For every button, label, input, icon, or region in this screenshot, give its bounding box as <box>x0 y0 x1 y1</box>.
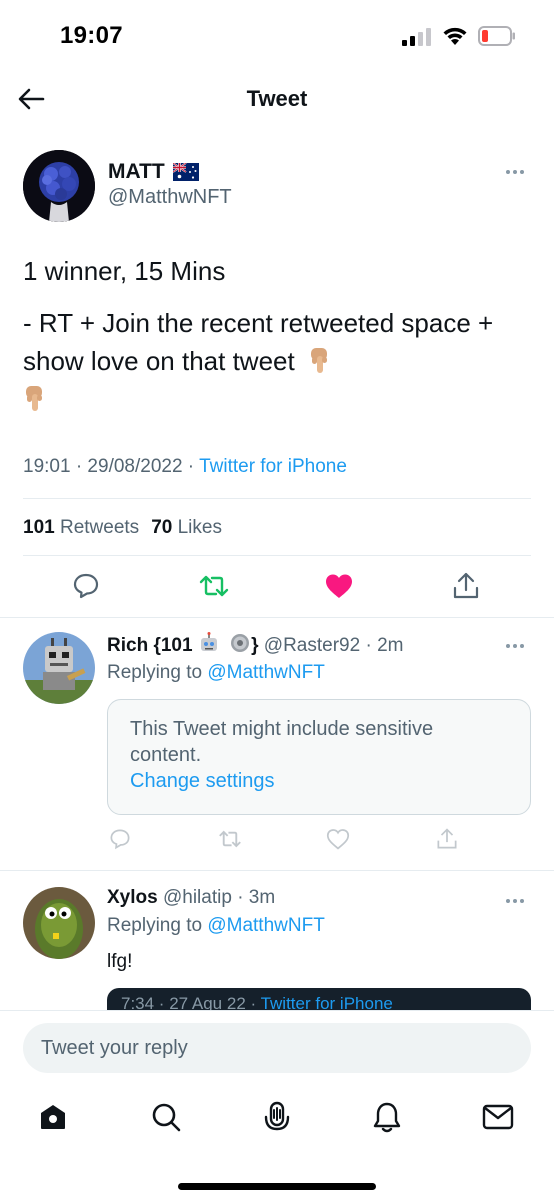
timestamp-text: 19:01 · 29/08/2022 · <box>23 456 200 477</box>
tweet-text: 1 winner, 15 Mins - RT + Join the recent… <box>23 252 533 432</box>
replying-to-prefix: Replying to <box>107 915 208 936</box>
tab-spaces[interactable] <box>257 1097 297 1137</box>
reply-header: Rich {101 } @Raster92 · 2m <box>107 632 403 657</box>
reply-tweet[interactable]: Xylos @hilatip · 3m Replying to @MatthwN… <box>0 871 554 1022</box>
spaces-icon <box>264 1101 290 1131</box>
retweets-label: Retweets <box>59 517 140 538</box>
share-icon <box>437 828 457 849</box>
reply-author-name[interactable]: Xylos <box>107 887 158 908</box>
more-icon <box>506 170 510 174</box>
status-bar: 19:07 <box>0 0 554 72</box>
search-icon <box>152 1103 181 1132</box>
likes-label: Likes <box>177 517 222 538</box>
sensitive-content-text: This Tweet might include sensitive conte… <box>130 718 434 766</box>
tweet-text-line-2: - RT + Join the recent retweeted space +… <box>23 304 533 418</box>
wifi-icon <box>443 27 467 45</box>
change-settings-link[interactable]: Change settings <box>130 770 275 793</box>
share-button[interactable] <box>434 826 460 852</box>
more-icon <box>506 644 510 648</box>
tweet-stats: 101 Retweets 70 Likes <box>23 517 222 539</box>
pointing-down-emoji-icon <box>310 348 327 373</box>
replying-to-mention[interactable]: @MatthwNFT <box>207 915 324 936</box>
more-options-button[interactable] <box>506 895 530 907</box>
tweet-reply-input[interactable] <box>23 1023 531 1073</box>
avatar[interactable] <box>23 887 95 959</box>
replying-to: Replying to @MatthwNFT <box>107 915 325 937</box>
tab-messages[interactable] <box>478 1097 518 1137</box>
battery-icon <box>478 26 515 46</box>
divider <box>23 498 531 499</box>
likes-count: 70 <box>151 517 173 538</box>
reply-actions <box>107 826 467 854</box>
reply-time: · 2m <box>365 635 404 656</box>
gear-emoji-icon <box>231 634 250 652</box>
avatar[interactable] <box>23 150 95 222</box>
author-name-text: MATT <box>108 160 165 183</box>
heart-filled-icon <box>326 574 352 598</box>
tab-search[interactable] <box>146 1097 186 1137</box>
author-handle[interactable]: @MatthwNFT <box>108 186 232 209</box>
more-icon <box>506 899 510 903</box>
reply-tweet[interactable]: Rich {101 } @Raster92 · 2m Replying to @… <box>0 618 554 870</box>
reply-author-handle[interactable]: @Raster92 <box>264 635 360 656</box>
header: Tweet <box>0 72 554 128</box>
retweets-count: 101 <box>23 517 55 538</box>
more-options-button[interactable] <box>506 640 530 652</box>
reply-author-handle[interactable]: @hilatip <box>163 887 232 908</box>
reply-text: lfg! <box>107 951 133 972</box>
pointing-down-emoji-icon-2 <box>26 386 42 411</box>
reply-time: · 3m <box>237 887 276 908</box>
like-button[interactable] <box>319 566 359 606</box>
sensitive-content-notice: This Tweet might include sensitive conte… <box>107 699 531 815</box>
home-icon <box>41 1105 65 1129</box>
compose-area <box>0 1010 554 1200</box>
avatar-image <box>23 887 95 959</box>
reply-header: Xylos @hilatip · 3m <box>107 887 275 909</box>
retweet-icon <box>199 575 229 597</box>
home-indicator[interactable] <box>178 1183 376 1190</box>
retweet-button[interactable] <box>194 566 234 606</box>
tweet-text-line-1: 1 winner, 15 Mins <box>23 256 226 286</box>
tweet-text-line-2-text: - RT + Join the recent retweeted space +… <box>23 308 494 376</box>
reply-author-name[interactable]: Rich {101 <box>107 635 193 656</box>
avatar-image <box>23 632 95 704</box>
reply-button[interactable] <box>66 566 106 606</box>
retweet-button[interactable] <box>217 826 243 852</box>
status-time: 19:07 <box>60 22 123 49</box>
heart-icon <box>326 829 350 850</box>
tab-home[interactable] <box>33 1097 73 1137</box>
replying-to: Replying to @MatthwNFT <box>107 662 325 684</box>
tweet-timestamp: 19:01 · 29/08/2022 · Twitter for iPhone <box>23 456 347 478</box>
reply-button[interactable] <box>107 826 133 852</box>
retweets-stat[interactable]: 101 Retweets <box>23 517 139 539</box>
divider <box>23 555 531 556</box>
likes-stat[interactable]: 70 Likes <box>151 517 222 539</box>
australia-flag-icon <box>172 163 199 181</box>
like-button[interactable] <box>325 826 351 852</box>
author-name[interactable]: MATT <box>108 160 199 184</box>
replying-to-prefix: Replying to <box>107 662 208 683</box>
reply-icon <box>73 573 99 599</box>
share-button[interactable] <box>446 566 486 606</box>
reply-author-name-suffix: } <box>251 635 259 656</box>
tweet-source-link[interactable]: Twitter for iPhone <box>199 456 347 477</box>
more-options-button[interactable] <box>506 166 530 178</box>
page-title: Tweet <box>246 86 308 111</box>
reply-icon <box>110 829 130 850</box>
cellular-signal-icon <box>402 28 431 46</box>
notifications-icon <box>373 1102 401 1133</box>
messages-icon <box>482 1104 514 1130</box>
retweet-icon <box>219 830 241 848</box>
bottom-tab-bar <box>0 1097 554 1147</box>
tab-notifications[interactable] <box>367 1097 407 1137</box>
avatar-image <box>23 150 95 222</box>
replying-to-mention[interactable]: @MatthwNFT <box>207 662 324 683</box>
robot-emoji-icon <box>200 632 217 651</box>
avatar[interactable] <box>23 632 95 704</box>
share-icon <box>453 572 479 599</box>
tweet-actions <box>0 564 554 616</box>
